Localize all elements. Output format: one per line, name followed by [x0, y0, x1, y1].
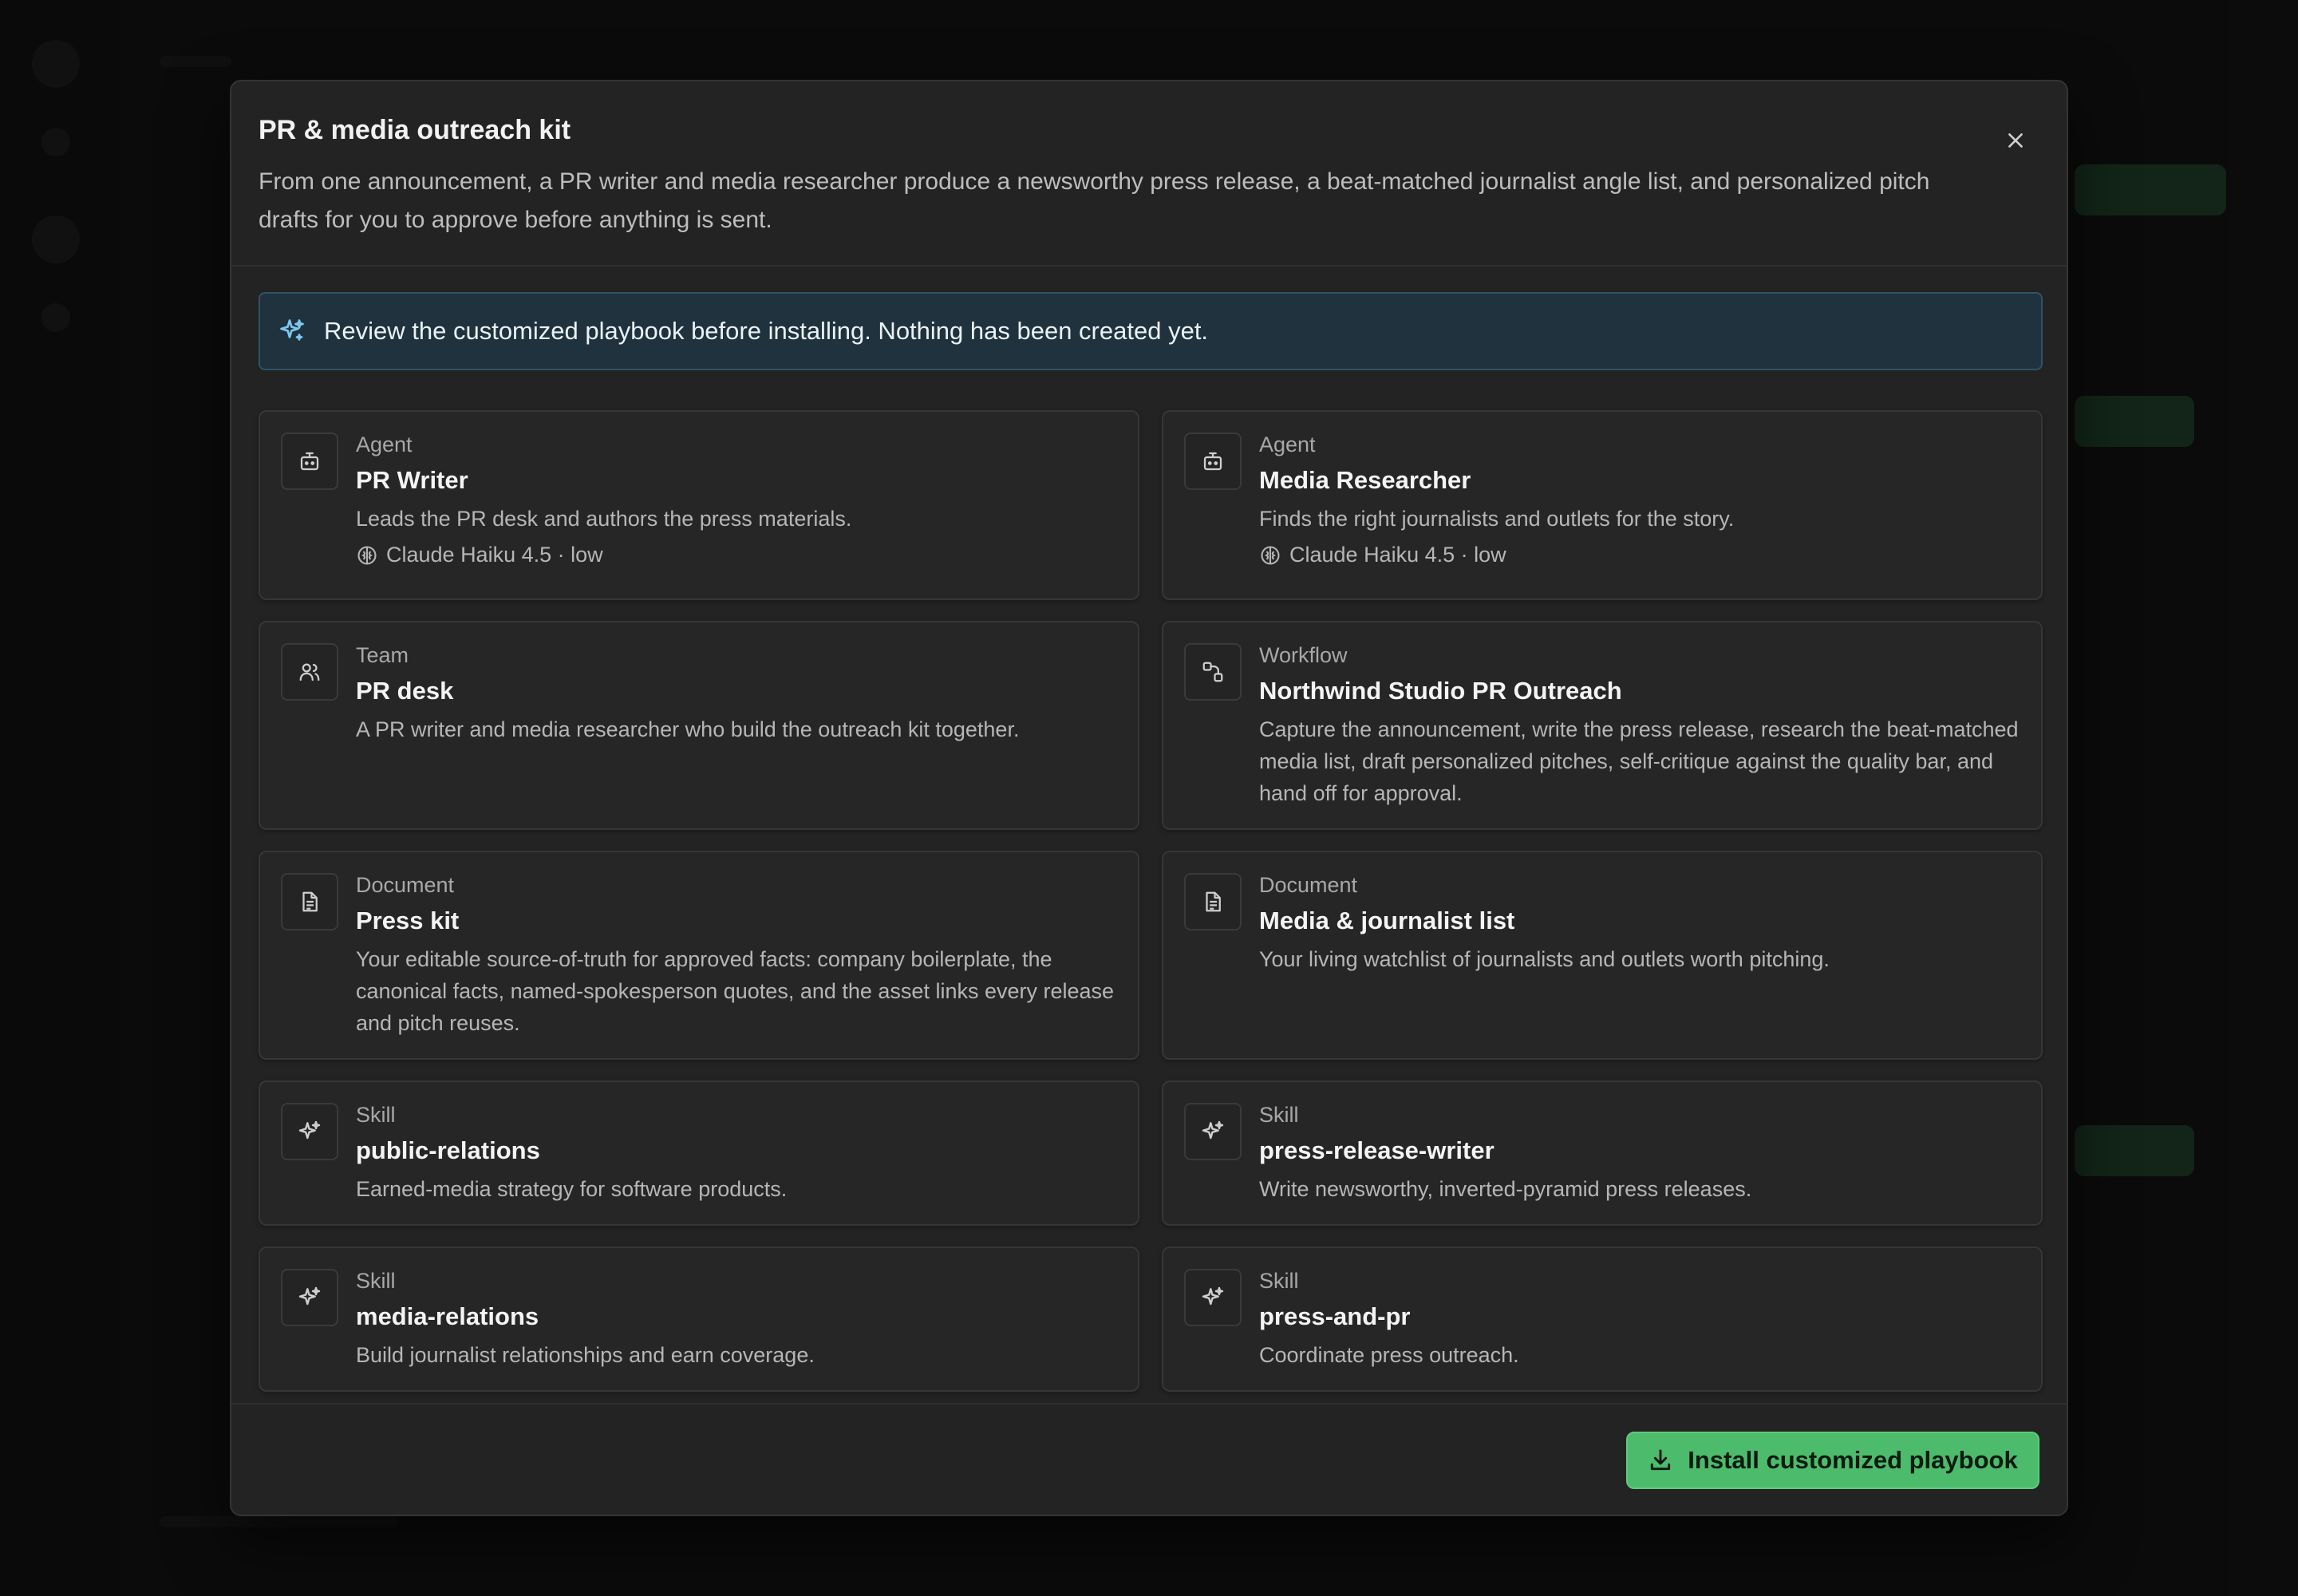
card-agent-pr-writer[interactable]: Agent PR Writer Leads the PR desk and au… — [259, 410, 1139, 600]
card-kind: Document — [1259, 873, 1358, 897]
card-kind: Workflow — [1259, 643, 1348, 667]
card-kind: Skill — [1259, 1269, 1299, 1293]
document-icon — [1184, 873, 1242, 930]
card-document-press-kit[interactable]: Document Press kit Your editable source-… — [259, 851, 1139, 1060]
card-model-text: Claude Haiku 4.5 · low — [1289, 543, 1506, 567]
card-name: Media & journalist list — [1259, 907, 1515, 934]
card-name: PR Writer — [356, 466, 468, 494]
card-kind: Document — [356, 873, 455, 897]
card-kind: Skill — [1259, 1103, 1299, 1127]
card-kind: Skill — [356, 1269, 396, 1293]
card-kind: Agent — [1259, 433, 1316, 456]
card-description: Your living watchlist of journalists and… — [1259, 947, 1830, 971]
card-model-text: Claude Haiku 4.5 · low — [386, 543, 603, 567]
card-skill-media-relations[interactable]: Skill media-relations Build journalist r… — [259, 1246, 1139, 1392]
users-icon — [281, 643, 338, 701]
bot-icon — [281, 433, 338, 490]
document-icon — [281, 873, 338, 930]
workflow-icon — [1184, 643, 1242, 701]
card-description: Your editable source-of-truth for approv… — [356, 947, 1115, 1035]
card-description: Finds the right journalists and outlets … — [1259, 507, 1735, 531]
sparkles-icon — [1184, 1269, 1242, 1326]
card-name: media-relations — [356, 1302, 539, 1330]
card-name: press-and-pr — [1259, 1302, 1411, 1330]
card-skill-press-release-writer[interactable]: Skill press-release-writer Write newswor… — [1162, 1080, 2043, 1226]
sparkles-icon — [281, 1103, 338, 1160]
card-name: public-relations — [356, 1136, 540, 1164]
card-kind: Skill — [356, 1103, 396, 1127]
review-notice: Review the customized playbook before in… — [259, 292, 2043, 370]
card-skill-public-relations[interactable]: Skill public-relations Earned-media stra… — [259, 1080, 1139, 1226]
card-name: Media Researcher — [1259, 466, 1471, 494]
card-name: PR desk — [356, 677, 454, 705]
brain-icon — [357, 545, 377, 565]
card-workflow-northwind[interactable]: Workflow Northwind Studio PR Outreach Ca… — [1162, 621, 2043, 830]
close-icon — [2008, 133, 2023, 148]
install-button-label: Install customized playbook — [1688, 1446, 2018, 1474]
card-description: Write newsworthy, inverted-pyramid press… — [1259, 1177, 1752, 1201]
card-kind: Agent — [356, 433, 413, 456]
card-description: Capture the announcement, write the pres… — [1259, 717, 2019, 805]
card-agent-media-researcher[interactable]: Agent Media Researcher Finds the right j… — [1162, 410, 2043, 600]
card-description: Build journalist relationships and earn … — [356, 1343, 815, 1367]
card-name: press-release-writer — [1259, 1136, 1494, 1164]
card-skill-press-and-pr[interactable]: Skill press-and-pr Coordinate press outr… — [1162, 1246, 2043, 1392]
card-model: Claude Haiku 4.5 · low — [356, 543, 603, 567]
card-description: Leads the PR desk and authors the press … — [356, 507, 852, 531]
bot-icon — [1184, 433, 1242, 490]
brain-icon — [1261, 545, 1280, 565]
modal-description: From one announcement, a PR writer and m… — [259, 168, 1930, 233]
sparkles-icon — [281, 1269, 338, 1326]
card-description: A PR writer and media researcher who bui… — [356, 717, 1020, 741]
card-model: Claude Haiku 4.5 · low — [1259, 543, 1506, 567]
modal-title: PR & media outreach kit — [259, 115, 571, 145]
install-button[interactable]: Install customized playbook — [1626, 1432, 2039, 1489]
card-document-media-list[interactable]: Document Media & journalist list Your li… — [1162, 851, 2043, 1060]
card-description: Earned-media strategy for software produ… — [356, 1177, 788, 1201]
modal-footer: Install customized playbook — [231, 1403, 2067, 1515]
notice-text: Review the customized playbook before in… — [324, 317, 1209, 345]
download-icon — [1651, 1449, 1671, 1471]
sparkles-icon — [1184, 1103, 1242, 1160]
card-name: Northwind Studio PR Outreach — [1259, 677, 1622, 705]
modal-header: PR & media outreach kit From one announc… — [231, 81, 2067, 267]
card-name: Press kit — [356, 907, 460, 934]
close-button[interactable] — [1998, 123, 2033, 158]
sparkles-icon — [278, 317, 306, 346]
card-kind: Team — [356, 643, 409, 667]
playbook-modal: PR & media outreach kit From one announc… — [230, 80, 2068, 1516]
card-description: Coordinate press outreach. — [1259, 1343, 1519, 1367]
card-team-pr-desk[interactable]: Team PR desk A PR writer and media resea… — [259, 621, 1139, 830]
